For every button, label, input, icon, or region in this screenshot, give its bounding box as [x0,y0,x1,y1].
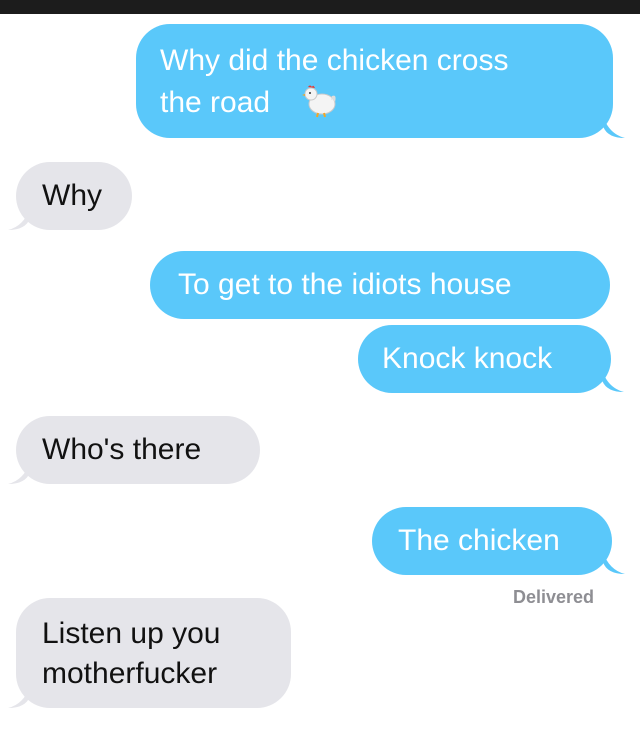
sent-message-bubble[interactable]: The chicken [372,507,612,575]
bubble-tail [8,686,30,708]
sent-message-bubble[interactable]: Knock knock [358,325,611,393]
bubble-tail [603,116,625,138]
bubble-tail [8,208,30,230]
message-text-line: The chicken [398,524,560,557]
received-message-bubble[interactable]: Listen up you motherfucker [16,598,291,708]
chicken-emoji-icon [302,85,336,118]
sent-message-bubble[interactable]: Why did the chicken cross the road [136,24,613,138]
top-bar [0,0,640,14]
bubble-tail [8,462,30,484]
message-text-line: To get to the idiots house [178,268,512,301]
message-text-line: Listen up you [42,617,221,650]
received-message-bubble[interactable]: Why [16,162,132,230]
bubble-tail [603,552,625,574]
message-text-line: Why [42,179,102,212]
sent-message-bubble[interactable]: To get to the idiots house [150,251,610,319]
delivered-status: Delivered [513,587,595,607]
message-text-line: Who's there [42,433,202,466]
bubble-tail [602,370,624,392]
message-text-line: the road [160,86,271,119]
message-text-line: Why did the chicken cross [160,44,509,77]
message-text-line: motherfucker [42,657,218,690]
received-message-bubble[interactable]: Who's there [16,416,260,484]
message-text-line: Knock knock [382,342,553,375]
